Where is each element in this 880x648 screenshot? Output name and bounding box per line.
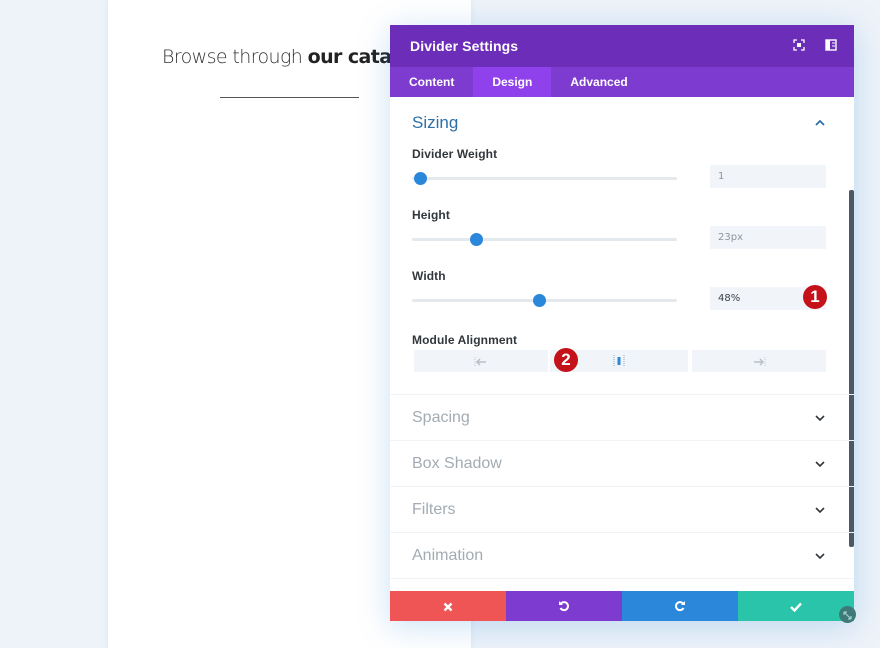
height-input[interactable] xyxy=(710,226,826,249)
width-label: Width xyxy=(412,269,446,283)
align-left-button[interactable] xyxy=(414,350,548,372)
modal-header[interactable]: Divider Settings xyxy=(390,25,854,67)
undo-button[interactable] xyxy=(506,591,622,621)
divider-weight-label: Divider Weight xyxy=(412,147,498,161)
save-button[interactable] xyxy=(738,591,854,621)
section-animation-title: Animation xyxy=(412,546,484,564)
field-height: Height xyxy=(412,206,832,267)
headline-regular: Browse through xyxy=(162,46,308,68)
tab-advanced[interactable]: Advanced xyxy=(551,67,646,97)
undo-icon xyxy=(558,597,570,616)
height-label: Height xyxy=(412,208,450,222)
chevron-down-icon xyxy=(814,458,826,470)
tab-design[interactable]: Design xyxy=(473,67,552,97)
check-icon xyxy=(790,597,802,616)
align-center-icon xyxy=(612,352,626,371)
slider-thumb[interactable] xyxy=(413,172,427,185)
tab-content[interactable]: Content xyxy=(390,67,473,97)
page-divider-line[interactable] xyxy=(220,97,359,98)
align-left-icon xyxy=(474,352,488,371)
slider-thumb[interactable] xyxy=(533,294,547,307)
section-animation[interactable]: Animation xyxy=(390,533,854,579)
section-filters-title: Filters xyxy=(412,500,456,518)
resize-icon xyxy=(843,605,852,624)
page-headline: Browse through our catalog xyxy=(162,46,423,68)
annotation-badge-1: 1 xyxy=(803,285,827,309)
resize-handle[interactable] xyxy=(839,606,856,623)
field-divider-weight: Divider Weight xyxy=(412,145,832,206)
annotation-badge-2: 2 xyxy=(554,348,578,372)
field-width: Width 1 xyxy=(412,267,832,328)
cancel-button[interactable] xyxy=(390,591,506,621)
section-filters[interactable]: Filters xyxy=(390,487,854,533)
slider-thumb[interactable] xyxy=(469,233,483,246)
height-slider[interactable] xyxy=(412,233,677,246)
modal-body: Sizing Divider Weight Height Width xyxy=(390,97,854,591)
section-sizing-title[interactable]: Sizing xyxy=(412,97,832,145)
section-box-shadow-title: Box Shadow xyxy=(412,454,502,472)
modal-footer xyxy=(390,591,854,621)
tab-bar: Content Design Advanced xyxy=(390,67,854,97)
section-box-shadow[interactable]: Box Shadow xyxy=(390,441,854,487)
module-alignment-label: Module Alignment xyxy=(412,333,518,347)
width-slider[interactable] xyxy=(412,294,677,307)
divider-weight-slider[interactable] xyxy=(412,172,677,185)
align-right-button[interactable] xyxy=(692,350,826,372)
redo-icon xyxy=(674,597,686,616)
section-spacing-title: Spacing xyxy=(412,408,470,426)
chevron-down-icon xyxy=(814,412,826,424)
align-right-icon xyxy=(752,352,766,371)
section-spacing[interactable]: Spacing xyxy=(390,395,854,441)
divider-settings-modal: Divider Settings Content Design Advanced xyxy=(390,25,854,621)
chevron-down-icon xyxy=(814,504,826,516)
redo-button[interactable] xyxy=(622,591,738,621)
divider-weight-input[interactable] xyxy=(710,165,826,188)
chevron-down-icon xyxy=(814,550,826,562)
close-icon xyxy=(443,597,453,616)
fullscreen-icon[interactable] xyxy=(792,38,806,52)
module-alignment-group xyxy=(414,350,826,372)
sidebar-toggle-icon[interactable] xyxy=(824,38,838,52)
modal-title: Divider Settings xyxy=(410,38,519,54)
chevron-up-icon[interactable] xyxy=(814,117,826,129)
section-sizing: Sizing Divider Weight Height Width xyxy=(390,97,854,395)
